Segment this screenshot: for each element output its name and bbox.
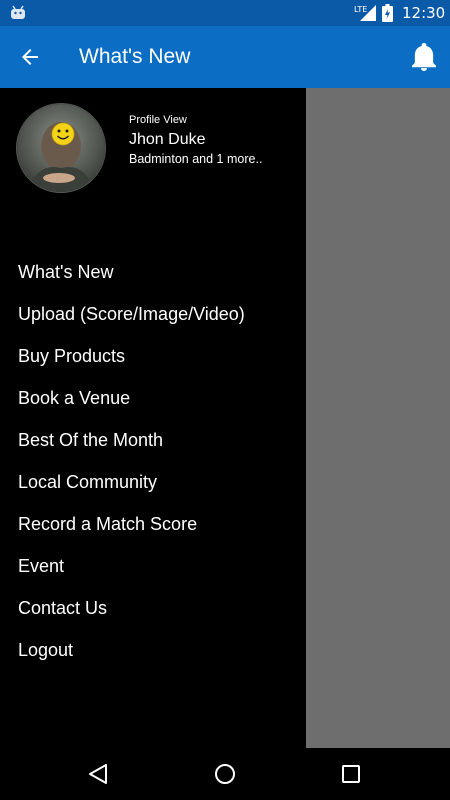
menu-item-upload[interactable]: Upload (Score/Image/Video) xyxy=(0,302,306,344)
menu-item-book-venue[interactable]: Book a Venue xyxy=(0,386,306,428)
bell-icon[interactable] xyxy=(411,43,437,71)
back-triangle-icon[interactable] xyxy=(88,763,108,785)
signal-icon xyxy=(360,5,376,21)
menu-item-logout[interactable]: Logout xyxy=(0,638,306,680)
menu-item-record-match-score[interactable]: Record a Match Score xyxy=(0,512,306,554)
home-circle-icon[interactable] xyxy=(214,763,236,785)
profile-view-label[interactable]: Profile View xyxy=(129,114,187,126)
profile-sports: Badminton and 1 more.. xyxy=(129,152,263,166)
status-time: 12:30 xyxy=(402,4,446,22)
page-title: What's New xyxy=(79,45,191,68)
drawer-menu: What's New Upload (Score/Image/Video) Bu… xyxy=(0,260,306,680)
menu-item-whats-new[interactable]: What's New xyxy=(0,260,306,302)
menu-item-best-of-month[interactable]: Best Of the Month xyxy=(0,428,306,470)
status-bar: LTE 12:30 xyxy=(0,0,450,26)
arrow-left-icon[interactable] xyxy=(18,45,42,69)
avatar[interactable] xyxy=(16,103,106,193)
menu-item-event[interactable]: Event xyxy=(0,554,306,596)
menu-item-local-community[interactable]: Local Community xyxy=(0,470,306,512)
battery-icon xyxy=(382,4,393,22)
menu-item-contact-us[interactable]: Contact Us xyxy=(0,596,306,638)
profile-name: Jhon Duke xyxy=(129,131,206,148)
system-nav-bar xyxy=(0,748,450,800)
menu-item-buy-products[interactable]: Buy Products xyxy=(0,344,306,386)
smiley-face-avatar xyxy=(17,104,105,192)
app-bar: What's New xyxy=(0,26,450,88)
navigation-drawer: Profile View Jhon Duke Badminton and 1 m… xyxy=(0,88,306,748)
android-icon xyxy=(11,5,25,19)
recent-square-icon[interactable] xyxy=(341,764,361,784)
